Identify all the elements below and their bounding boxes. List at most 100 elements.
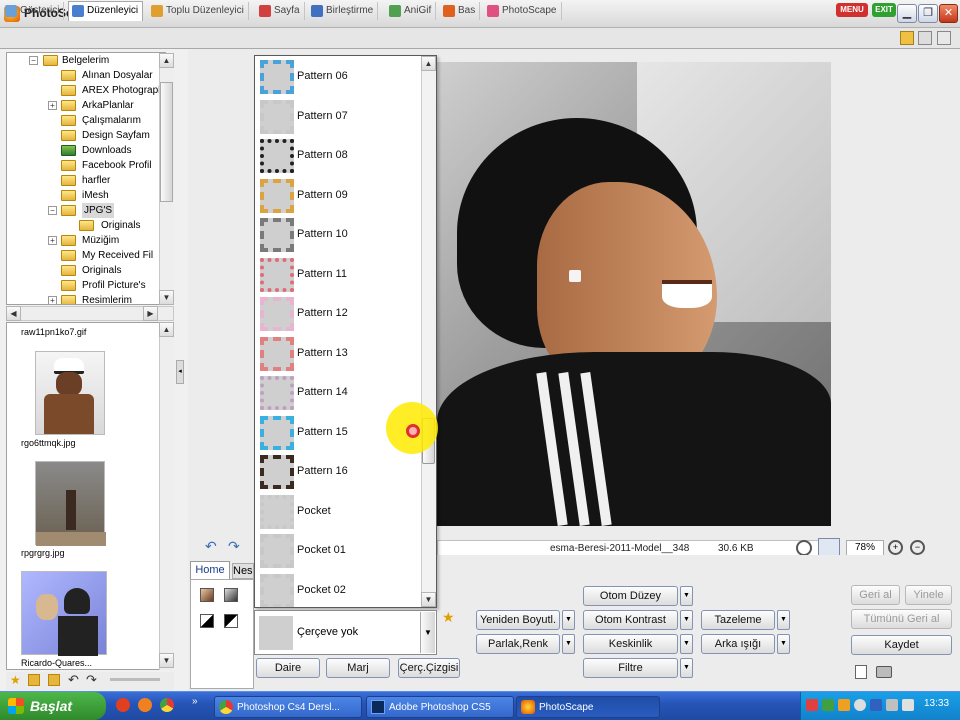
favorite-star-icon[interactable]: ★	[442, 609, 455, 626]
scroll-down-icon[interactable]: ▼	[421, 592, 436, 607]
restore-button[interactable]: ❐	[918, 4, 938, 23]
black-white-icon[interactable]	[200, 614, 214, 628]
refresh-arrow-icon[interactable]: ▼	[777, 610, 790, 630]
tab-combine[interactable]: Birleştirme	[308, 2, 379, 20]
thumbs-vertical-scrollbar[interactable]	[159, 322, 174, 670]
resize-arrow-icon[interactable]: ▼	[562, 610, 575, 630]
tab-photoscape[interactable]: PhotoScape	[484, 2, 562, 20]
close-button[interactable]: ✕	[939, 4, 958, 23]
zoom-level[interactable]: 78%	[846, 540, 884, 556]
scroll-right-icon[interactable]: ▶	[143, 306, 158, 321]
printer-icon[interactable]	[876, 666, 892, 678]
frame-option[interactable]: Pattern 06	[257, 57, 420, 96]
exit-button[interactable]: EXIT	[872, 3, 896, 17]
zoom-out-icon[interactable]: −	[910, 540, 925, 555]
backlight-button[interactable]: Arka ışığı	[701, 634, 775, 654]
frame-option[interactable]: Pocket 01	[257, 531, 420, 570]
taskbar-item[interactable]: Photoshop Cs4 Dersl...	[214, 696, 362, 718]
dropdown-arrow-icon[interactable]: ▼	[420, 612, 435, 653]
tab-home[interactable]: Home	[190, 561, 230, 579]
frame-option[interactable]: Pattern 13	[257, 334, 420, 373]
brightness-color-button[interactable]: Parlak,Renk	[476, 634, 560, 654]
refresh-button[interactable]: Tazeleme	[701, 610, 775, 630]
auto-contrast-arrow-icon[interactable]: ▼	[680, 610, 693, 630]
back-arrow-icon[interactable]: ↶	[68, 672, 79, 688]
scroll-down-icon[interactable]: ▼	[159, 653, 174, 668]
folder-tree[interactable]: − Belgelerim Alınan Dosyalar AREX Photogr…	[6, 52, 166, 305]
backlight-arrow-icon[interactable]: ▼	[777, 634, 790, 654]
scroll-down-icon[interactable]: ▼	[159, 290, 174, 305]
scroll-up-icon[interactable]: ▲	[159, 322, 174, 337]
frame-option[interactable]: Pattern 11	[257, 255, 420, 294]
frame-select[interactable]: Çerçeve yok ▼	[254, 610, 437, 655]
quicklaunch-more-icon[interactable]: »	[192, 696, 198, 707]
menu-button[interactable]: MENU	[836, 3, 868, 17]
color-tone-icon[interactable]	[200, 588, 214, 602]
circle-frame-button[interactable]: Daire	[256, 658, 320, 678]
photo-canvas[interactable]	[437, 62, 831, 526]
frame-option[interactable]: Pattern 09	[257, 176, 420, 215]
quicklaunch-icon[interactable]	[116, 698, 130, 712]
auto-level-arrow-icon[interactable]: ▼	[680, 586, 693, 606]
frame-option[interactable]: Pattern 16	[257, 452, 420, 491]
tray-icon[interactable]	[838, 699, 850, 711]
tab-viewer[interactable]: Gösterici	[2, 2, 65, 20]
start-button[interactable]: Başlat	[0, 692, 106, 720]
frame-option[interactable]: Pocket 02	[257, 571, 420, 607]
zoom-icon[interactable]	[796, 540, 812, 556]
auto-level-button[interactable]: Otom Düzey	[583, 586, 678, 606]
redo-arrow-icon[interactable]: ↷	[228, 538, 240, 555]
frame-option[interactable]: Pattern 07	[257, 97, 420, 136]
copy-icon[interactable]	[918, 31, 932, 45]
chrome-icon[interactable]	[160, 698, 174, 712]
zoom-in-icon[interactable]: +	[888, 540, 903, 555]
scroll-left-icon[interactable]: ◀	[6, 306, 21, 321]
collapse-icon[interactable]: −	[48, 206, 57, 215]
margin-button[interactable]: Marj	[326, 658, 390, 678]
thumbnail-list[interactable]: raw11pn1ko7.gif rgo6ttmqk.jpg rpgrgrg.jp…	[6, 322, 166, 670]
scroll-up-icon[interactable]: ▲	[159, 53, 174, 68]
save-button[interactable]: Kaydet	[851, 635, 952, 655]
folder-open-icon[interactable]	[48, 674, 60, 686]
tab-anigif[interactable]: AniGif	[386, 2, 437, 20]
expand-icon[interactable]: +	[48, 236, 57, 245]
panel-collapse-icon[interactable]: ◂	[176, 360, 184, 384]
tree-scroll-thumb[interactable]	[160, 82, 173, 202]
tray-icon[interactable]	[806, 699, 818, 711]
taskbar-item[interactable]: Adobe Photoshop CS5	[366, 696, 514, 718]
firefox-icon[interactable]	[138, 698, 152, 712]
negative-icon[interactable]	[224, 614, 238, 628]
tray-icon[interactable]	[870, 699, 882, 711]
dropdown-scrollbar[interactable]	[421, 56, 436, 607]
resize-button[interactable]: Yeniden Boyutl.	[476, 610, 560, 630]
frame-option[interactable]: Pattern 08	[257, 136, 420, 175]
redo-button[interactable]: Yinele	[905, 585, 952, 605]
star-icon[interactable]: ★	[10, 674, 22, 686]
tray-icon[interactable]	[886, 699, 898, 711]
frame-line-button[interactable]: Çerç.Çizgisi	[398, 658, 460, 678]
thumbnail-image[interactable]	[21, 571, 107, 656]
tray-icon[interactable]	[822, 699, 834, 711]
grayscale-icon[interactable]	[224, 588, 238, 602]
tab-print[interactable]: Bas	[440, 2, 481, 20]
expand-icon[interactable]: +	[48, 296, 57, 304]
tab-page[interactable]: Sayfa	[256, 2, 305, 20]
filter-button[interactable]: Filtre	[583, 658, 678, 678]
volume-icon[interactable]	[902, 699, 914, 711]
forward-arrow-icon[interactable]: ↷	[86, 672, 97, 688]
sharpen-arrow-icon[interactable]: ▼	[680, 634, 693, 654]
sharpen-button[interactable]: Keskinlik	[583, 634, 678, 654]
new-document-icon[interactable]	[855, 665, 867, 679]
tab-batch-editor[interactable]: Toplu Düzenleyici	[148, 2, 249, 20]
taskbar-item[interactable]: PhotoScape	[516, 696, 660, 718]
undo-all-button[interactable]: Tümünü Geri al	[851, 609, 952, 629]
thumbnail-image[interactable]	[35, 351, 105, 435]
window-icon[interactable]	[937, 31, 951, 45]
filter-arrow-icon[interactable]: ▼	[680, 658, 693, 678]
tab-next[interactable]: Nes	[232, 563, 254, 579]
auto-contrast-button[interactable]: Otom Kontrast	[583, 610, 678, 630]
frame-option[interactable]: Pattern 12	[257, 294, 420, 333]
thumbnail-size-slider[interactable]	[110, 678, 160, 681]
frame-option[interactable]: Pattern 10	[257, 215, 420, 254]
collapse-icon[interactable]: −	[29, 56, 38, 65]
